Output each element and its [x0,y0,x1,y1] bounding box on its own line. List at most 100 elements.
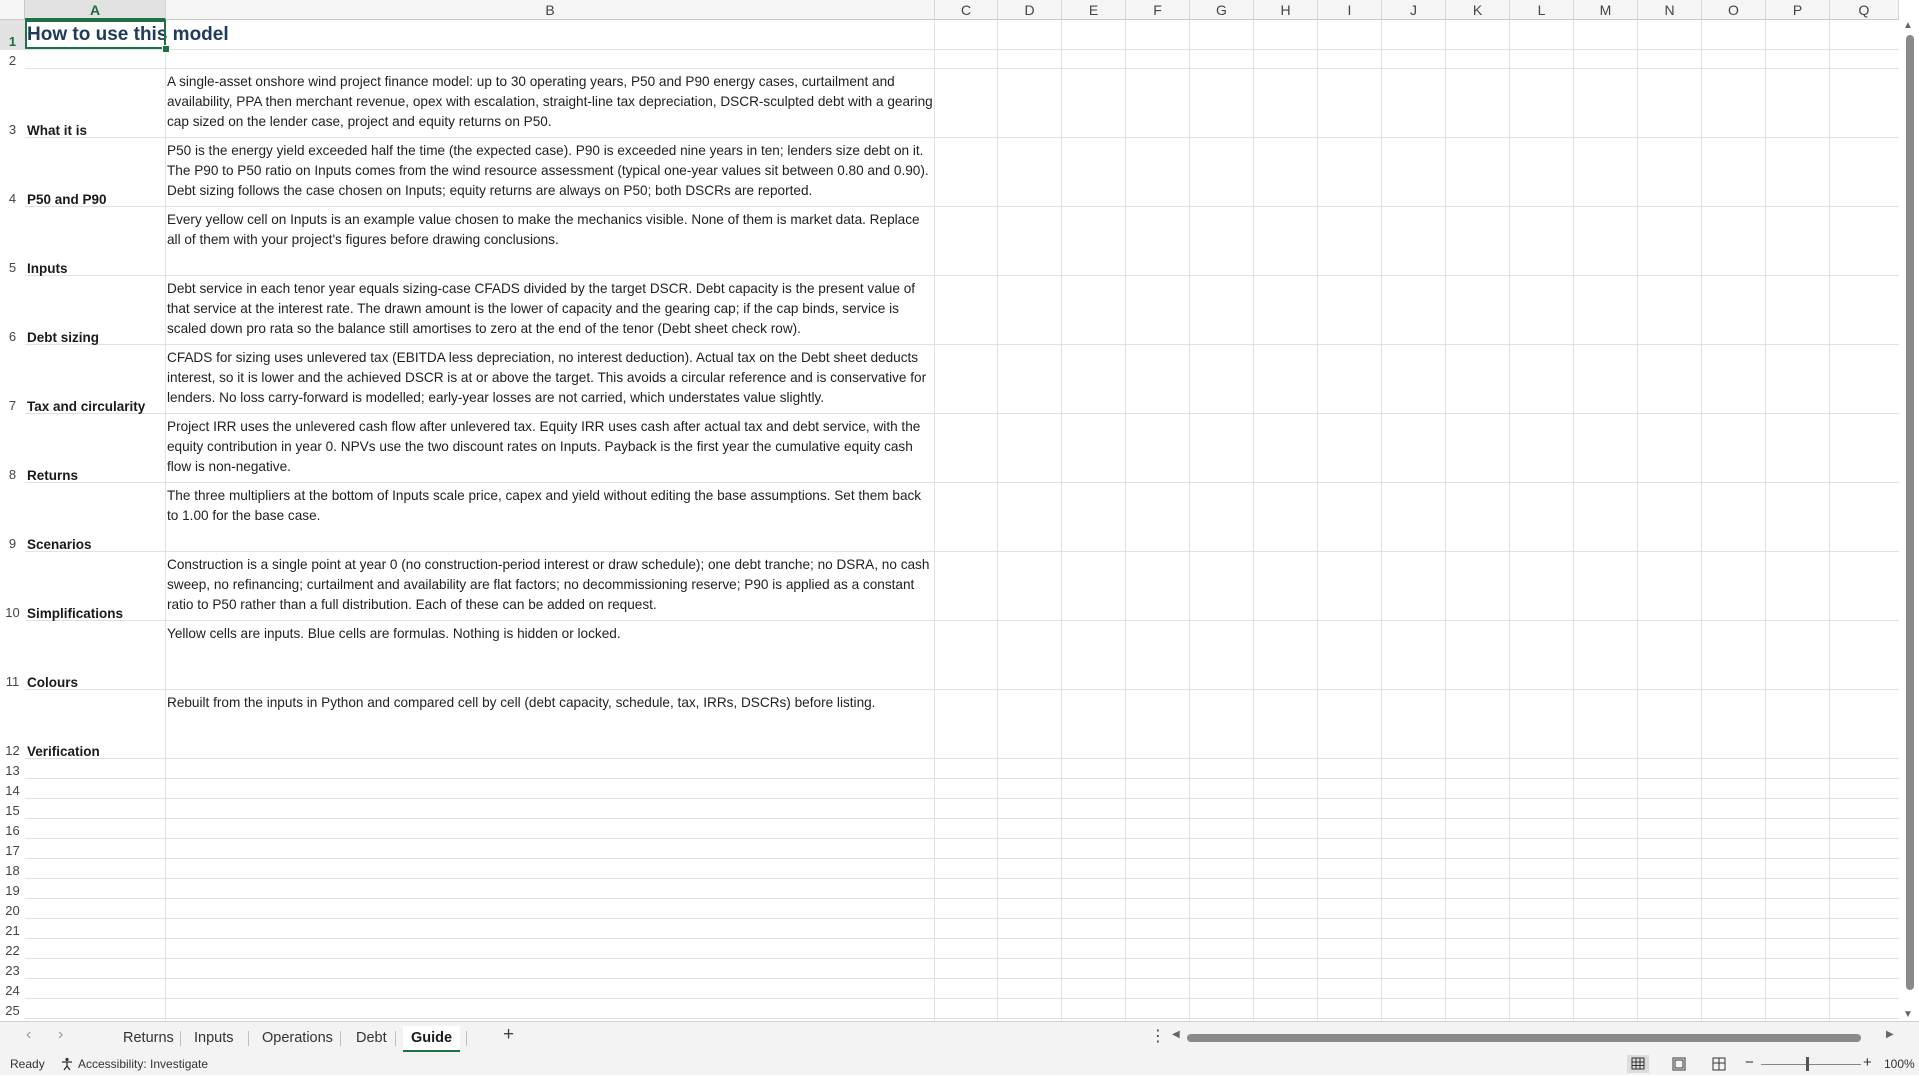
row-header-21[interactable]: 21 [0,919,25,939]
section-text[interactable]: Every yellow cell on Inputs is an exampl… [167,207,935,250]
row-gridline [25,978,1899,979]
column-header-i[interactable]: I [1318,0,1382,20]
row-header-14[interactable]: 14 [0,779,25,799]
tab-options-icon[interactable]: ⋮ [1150,1026,1166,1046]
column-gridline [165,20,166,1021]
section-text[interactable]: The three multipliers at the bottom of I… [167,483,935,526]
section-text[interactable]: Yellow cells are inputs. Blue cells are … [167,621,935,644]
zoom-slider[interactable] [1761,1064,1861,1065]
normal-view-button[interactable] [1627,1055,1649,1073]
accessibility-status[interactable]: Accessibility: Investigate [60,1057,208,1071]
row-header-1[interactable]: 1 [0,20,25,50]
column-header-a[interactable]: A [25,0,166,20]
row-header-2[interactable]: 2 [0,50,25,69]
column-header-f[interactable]: F [1126,0,1190,20]
zoom-out-button[interactable]: − [1745,1054,1754,1071]
prev-sheet-icon[interactable]: ‹ [26,1026,31,1044]
column-header-n[interactable]: N [1638,0,1702,20]
column-header-q[interactable]: Q [1830,0,1899,20]
section-text[interactable]: Rebuilt from the inputs in Python and co… [167,690,935,713]
section-label[interactable]: Scenarios [27,483,92,553]
column-header-e[interactable]: E [1062,0,1126,20]
column-header-k[interactable]: K [1446,0,1510,20]
page-layout-view-button[interactable] [1668,1055,1690,1073]
section-label[interactable]: Simplifications [27,552,123,622]
section-label[interactable]: What it is [27,69,87,139]
row-header-18[interactable]: 18 [0,859,25,879]
section-label[interactable]: Tax and circularity [27,345,145,415]
row-header-16[interactable]: 16 [0,819,25,839]
column-header-o[interactable]: O [1702,0,1766,20]
row-header-24[interactable]: 24 [0,979,25,999]
row-header-15[interactable]: 15 [0,799,25,819]
page-break-view-button[interactable] [1708,1055,1730,1073]
zoom-in-button[interactable]: + [1863,1054,1872,1071]
row-gridline [25,1018,1899,1019]
spreadsheet-grid: ABCDEFGHIJKLMNOPQ 1 2 3 4 5 6 7 8 9 10 11 12 13 14 15 1… [0,0,1919,1021]
column-header-j[interactable]: J [1382,0,1446,20]
row-header-17[interactable]: 17 [0,839,25,859]
guide-title[interactable]: How to use this model [27,20,229,50]
row-header-13[interactable]: 13 [0,759,25,779]
scroll-up-arrow-icon[interactable]: ▲ [1903,20,1913,31]
section-label[interactable]: Inputs [27,207,68,277]
section-text[interactable]: Debt service in each tenor year equals s… [167,276,935,339]
row-gridline [25,938,1899,939]
select-all-corner[interactable] [0,0,25,20]
column-header-c[interactable]: C [935,0,998,20]
sheet-tab-inputs[interactable]: Inputs [186,1026,242,1050]
section-label[interactable]: Debt sizing [27,276,99,346]
sheet-tab-guide[interactable]: Guide [403,1026,461,1052]
row-header-20[interactable]: 20 [0,899,25,919]
column-header-p[interactable]: P [1766,0,1830,20]
row-header-9[interactable]: 9 [0,483,25,552]
scroll-right-arrow-icon[interactable]: ▶ [1886,1029,1894,1040]
scroll-left-arrow-icon[interactable]: ◀ [1172,1029,1180,1040]
row-header-23[interactable]: 23 [0,959,25,979]
section-label[interactable]: Returns [27,414,78,484]
excel-window: ABCDEFGHIJKLMNOPQ 1 2 3 4 5 6 7 8 9 10 11 12 13 14 15 1… [0,0,1919,1075]
section-text[interactable]: Project IRR uses the unlevered cash flow… [167,414,935,477]
status-bar: Ready Accessibility: Investigate − + 100… [0,1053,1919,1075]
sheet-tab-debt[interactable]: Debt [348,1026,395,1050]
zoom-slider-thumb[interactable] [1806,1057,1809,1071]
row-header-8[interactable]: 8 [0,414,25,483]
row-header-6[interactable]: 6 [0,276,25,345]
scroll-down-arrow-icon[interactable]: ▼ [1903,1009,1913,1020]
tab-separator [180,1031,181,1046]
sheet-tab-returns[interactable]: Returns [115,1026,182,1050]
row-header-22[interactable]: 22 [0,939,25,959]
column-header-l[interactable]: L [1510,0,1574,20]
horizontal-scroll-thumb[interactable] [1187,1034,1861,1042]
section-label[interactable]: P50 and P90 [27,138,107,208]
zoom-level[interactable]: 100% [1884,1057,1915,1071]
column-header-d[interactable]: D [998,0,1062,20]
next-sheet-icon[interactable]: › [58,1026,63,1044]
row-header-19[interactable]: 19 [0,879,25,899]
row-header-12[interactable]: 12 [0,690,25,759]
vertical-scroll-thumb[interactable] [1906,35,1914,990]
row-header-11[interactable]: 11 [0,621,25,690]
sheet-tab-bar: ‹ › Returns Inputs Operations Debt Guide + ⋮… [0,1021,1919,1053]
section-label[interactable]: Colours [27,621,78,691]
row-gridline [25,858,1899,859]
section-text[interactable]: P50 is the energy yield exceeded half th… [167,138,935,201]
column-header-g[interactable]: G [1190,0,1254,20]
row-gridline [25,878,1899,879]
add-sheet-icon[interactable]: + [503,1024,514,1046]
row-header-3[interactable]: 3 [0,69,25,138]
column-header-m[interactable]: M [1574,0,1638,20]
row-header-10[interactable]: 10 [0,552,25,621]
sheet-tab-operations[interactable]: Operations [254,1026,341,1050]
section-text[interactable]: A single-asset onshore wind project fina… [167,69,935,132]
row-header-7[interactable]: 7 [0,345,25,414]
row-header-4[interactable]: 4 [0,138,25,207]
section-text[interactable]: Construction is a single point at year 0… [167,552,935,615]
section-label[interactable]: Verification [27,690,100,760]
row-header-25[interactable]: 25 [0,999,25,1019]
section-text[interactable]: CFADS for sizing uses unlevered tax (EBI… [167,345,935,408]
column-header-h[interactable]: H [1254,0,1318,20]
fill-handle[interactable] [162,45,170,53]
row-header-5[interactable]: 5 [0,207,25,276]
column-header-b[interactable]: B [166,0,935,20]
